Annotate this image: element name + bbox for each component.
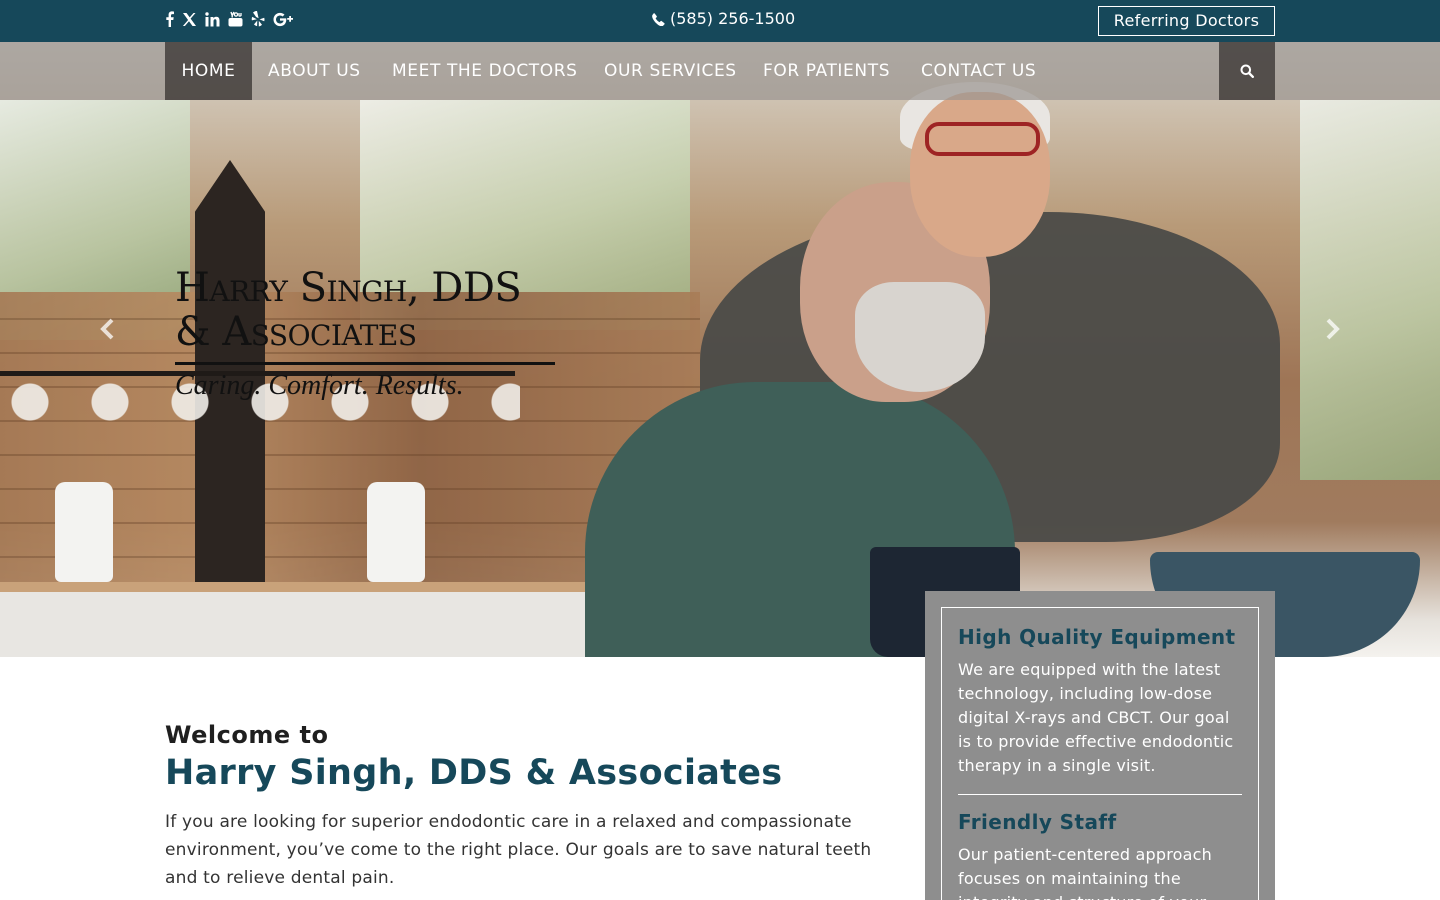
logo-line-2: & Associates (175, 309, 417, 355)
top-bar: (585) 256-1500 Referring Doctors (0, 0, 1440, 42)
chevron-right-icon (1326, 318, 1340, 340)
nav-item-contact-us[interactable]: CONTACT US (921, 42, 1036, 100)
phone-number[interactable]: (585) 256-1500 (652, 9, 795, 29)
chevron-left-icon (100, 318, 114, 340)
practice-logo: Harry Singh, DDS & Associates Caring. Co… (175, 266, 560, 403)
facebook-icon[interactable] (165, 11, 174, 27)
feature-body: Our patient-centered approach focuses on… (958, 845, 1212, 900)
search-icon (1240, 64, 1254, 78)
yelp-icon[interactable] (251, 11, 265, 27)
referring-doctors-button[interactable]: Referring Doctors (1098, 6, 1275, 36)
phone-text[interactable]: (585) 256-1500 (670, 9, 795, 29)
feature-body: We are equipped with the latest technolo… (958, 660, 1234, 775)
feature-title: Friendly Staff (958, 810, 1117, 834)
features-panel: High Quality Equipment We are equipped w… (925, 591, 1275, 900)
slider-next-button[interactable] (1322, 318, 1342, 340)
logo-tagline: Caring. Comfort. Results. (175, 370, 464, 401)
welcome-body: If you are looking for superior endodont… (165, 812, 872, 888)
search-button[interactable] (1219, 42, 1275, 100)
x-twitter-icon[interactable] (182, 12, 197, 27)
slider-prev-button[interactable] (98, 318, 118, 340)
welcome-title: Harry Singh, DDS & Associates (165, 753, 783, 793)
welcome-subtitle: Welcome to (165, 721, 329, 749)
logo-line-1: Harry Singh, DDS (175, 265, 522, 311)
social-links (165, 10, 295, 28)
features-panel-frame: High Quality Equipment We are equipped w… (941, 607, 1259, 900)
nav-item-about-us[interactable]: ABOUT US (268, 42, 361, 100)
nav-item-our-services[interactable]: OUR SERVICES (604, 42, 737, 100)
youtube-icon[interactable] (228, 11, 243, 27)
nav-item-meet-the-doctors[interactable]: MEET THE DOCTORS (392, 42, 578, 100)
phone-icon (652, 12, 665, 26)
nav-item-for-patients[interactable]: FOR PATIENTS (763, 42, 890, 100)
feature-title: High Quality Equipment (958, 625, 1236, 649)
nav-item-home[interactable]: HOME (165, 42, 252, 100)
linkedin-icon[interactable] (205, 11, 220, 27)
google-plus-icon[interactable] (273, 12, 295, 27)
logo-rule (175, 362, 555, 365)
feature-divider (958, 794, 1242, 795)
main-navigation: HOME ABOUT US MEET THE DOCTORS OUR SERVI… (0, 42, 1440, 100)
